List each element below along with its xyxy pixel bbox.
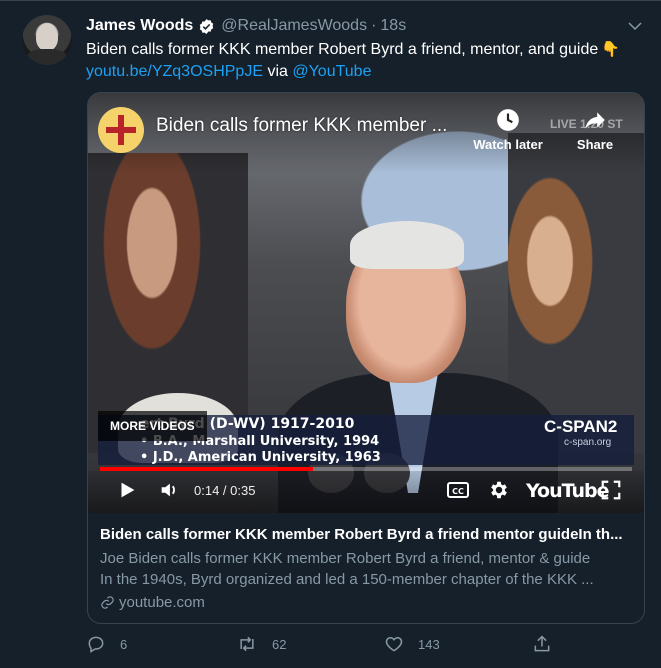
card-description: Joe Biden calls former KKK member Robert… (100, 548, 632, 590)
caret-down-icon[interactable] (626, 17, 644, 35)
avatar[interactable] (22, 15, 72, 65)
cc-icon[interactable]: CC (446, 479, 470, 506)
youtube-mention[interactable]: @YouTube (292, 63, 371, 80)
link-card[interactable]: Biden calls former KKK member ... LIVE 1… (87, 92, 645, 624)
link-icon (101, 596, 114, 609)
like-count: 143 (418, 636, 440, 652)
tweet-time[interactable]: 18s (380, 17, 406, 35)
clock-icon (495, 107, 521, 133)
via-text: via (267, 63, 288, 80)
verified-badge-icon (198, 18, 215, 35)
share-button[interactable] (532, 634, 566, 654)
avatar-suit (26, 49, 68, 65)
card-description-line-2: In the 1940s, Byrd organized and led a 1… (100, 571, 594, 588)
video-timecode: 0:14 / 0:35 (194, 483, 256, 498)
share-arrow-icon (582, 107, 608, 133)
watch-later-label: Watch later (473, 137, 543, 152)
tweet[interactable]: James Woods @RealJamesWoods · 18s Biden … (0, 0, 661, 668)
more-videos-button[interactable]: MORE VIDEOS (98, 411, 207, 441)
tweet-link[interactable]: youtu.be/YZq3OSHPpJE (86, 63, 263, 80)
share-label: Share (576, 137, 614, 152)
author-handle[interactable]: @RealJamesWoods (221, 17, 367, 35)
pointing-down-emoji: 👇 (601, 41, 620, 58)
reply-button[interactable]: 6 (86, 634, 127, 654)
share-icon (534, 635, 550, 652)
avatar-face (36, 23, 58, 51)
card-description-line-1: Joe Biden calls former KKK member Robert… (100, 550, 591, 567)
video-player[interactable]: Biden calls former KKK member ... LIVE 1… (88, 93, 644, 513)
video-title[interactable]: Biden calls former KKK member ... (156, 115, 447, 137)
channel-logo-cross-horizontal (106, 127, 136, 133)
tweet-header: James Woods @RealJamesWoods · 18s (86, 15, 406, 37)
header-separator: · (371, 17, 377, 34)
network-logo: C-SPAN2 (544, 417, 618, 436)
youtube-logo[interactable]: YouTube (526, 480, 609, 502)
card-title: Biden calls former KKK member Robert Byr… (100, 526, 623, 543)
card-domain-text: youtube.com (119, 594, 205, 611)
tweet-body: Biden calls former KKK member Robert Byr… (86, 41, 599, 58)
reply-count: 6 (120, 636, 128, 652)
video-speaker-hair (350, 221, 464, 269)
tweet-actions: 6 62 143 (86, 634, 566, 658)
player-controls: 0:14 / 0:35 CC YouTube (88, 471, 644, 513)
lower-third-line-3: • J.D., American University, 1963 (140, 450, 381, 465)
author-name[interactable]: James Woods (86, 17, 193, 35)
svg-text:CC: CC (452, 487, 464, 496)
play-icon[interactable] (116, 479, 138, 506)
volume-icon[interactable] (158, 479, 180, 506)
like-button[interactable]: 143 (384, 634, 440, 654)
gear-icon[interactable] (488, 479, 510, 506)
watch-later-button[interactable]: Watch later (468, 107, 548, 152)
fullscreen-icon[interactable] (600, 479, 622, 506)
card-meta[interactable]: Biden calls former KKK member Robert Byr… (88, 513, 644, 623)
video-share-button[interactable]: Share (562, 107, 628, 152)
reply-icon (88, 636, 104, 653)
channel-logo[interactable] (98, 107, 144, 153)
like-icon (385, 636, 403, 652)
network-url: c-span.org (564, 437, 612, 448)
retweet-count: 62 (272, 636, 287, 652)
retweet-button[interactable]: 62 (236, 634, 286, 654)
tweet-text: Biden calls former KKK member Robert Byr… (86, 39, 646, 83)
card-domain: youtube.com (100, 594, 632, 611)
retweet-icon (240, 636, 254, 652)
